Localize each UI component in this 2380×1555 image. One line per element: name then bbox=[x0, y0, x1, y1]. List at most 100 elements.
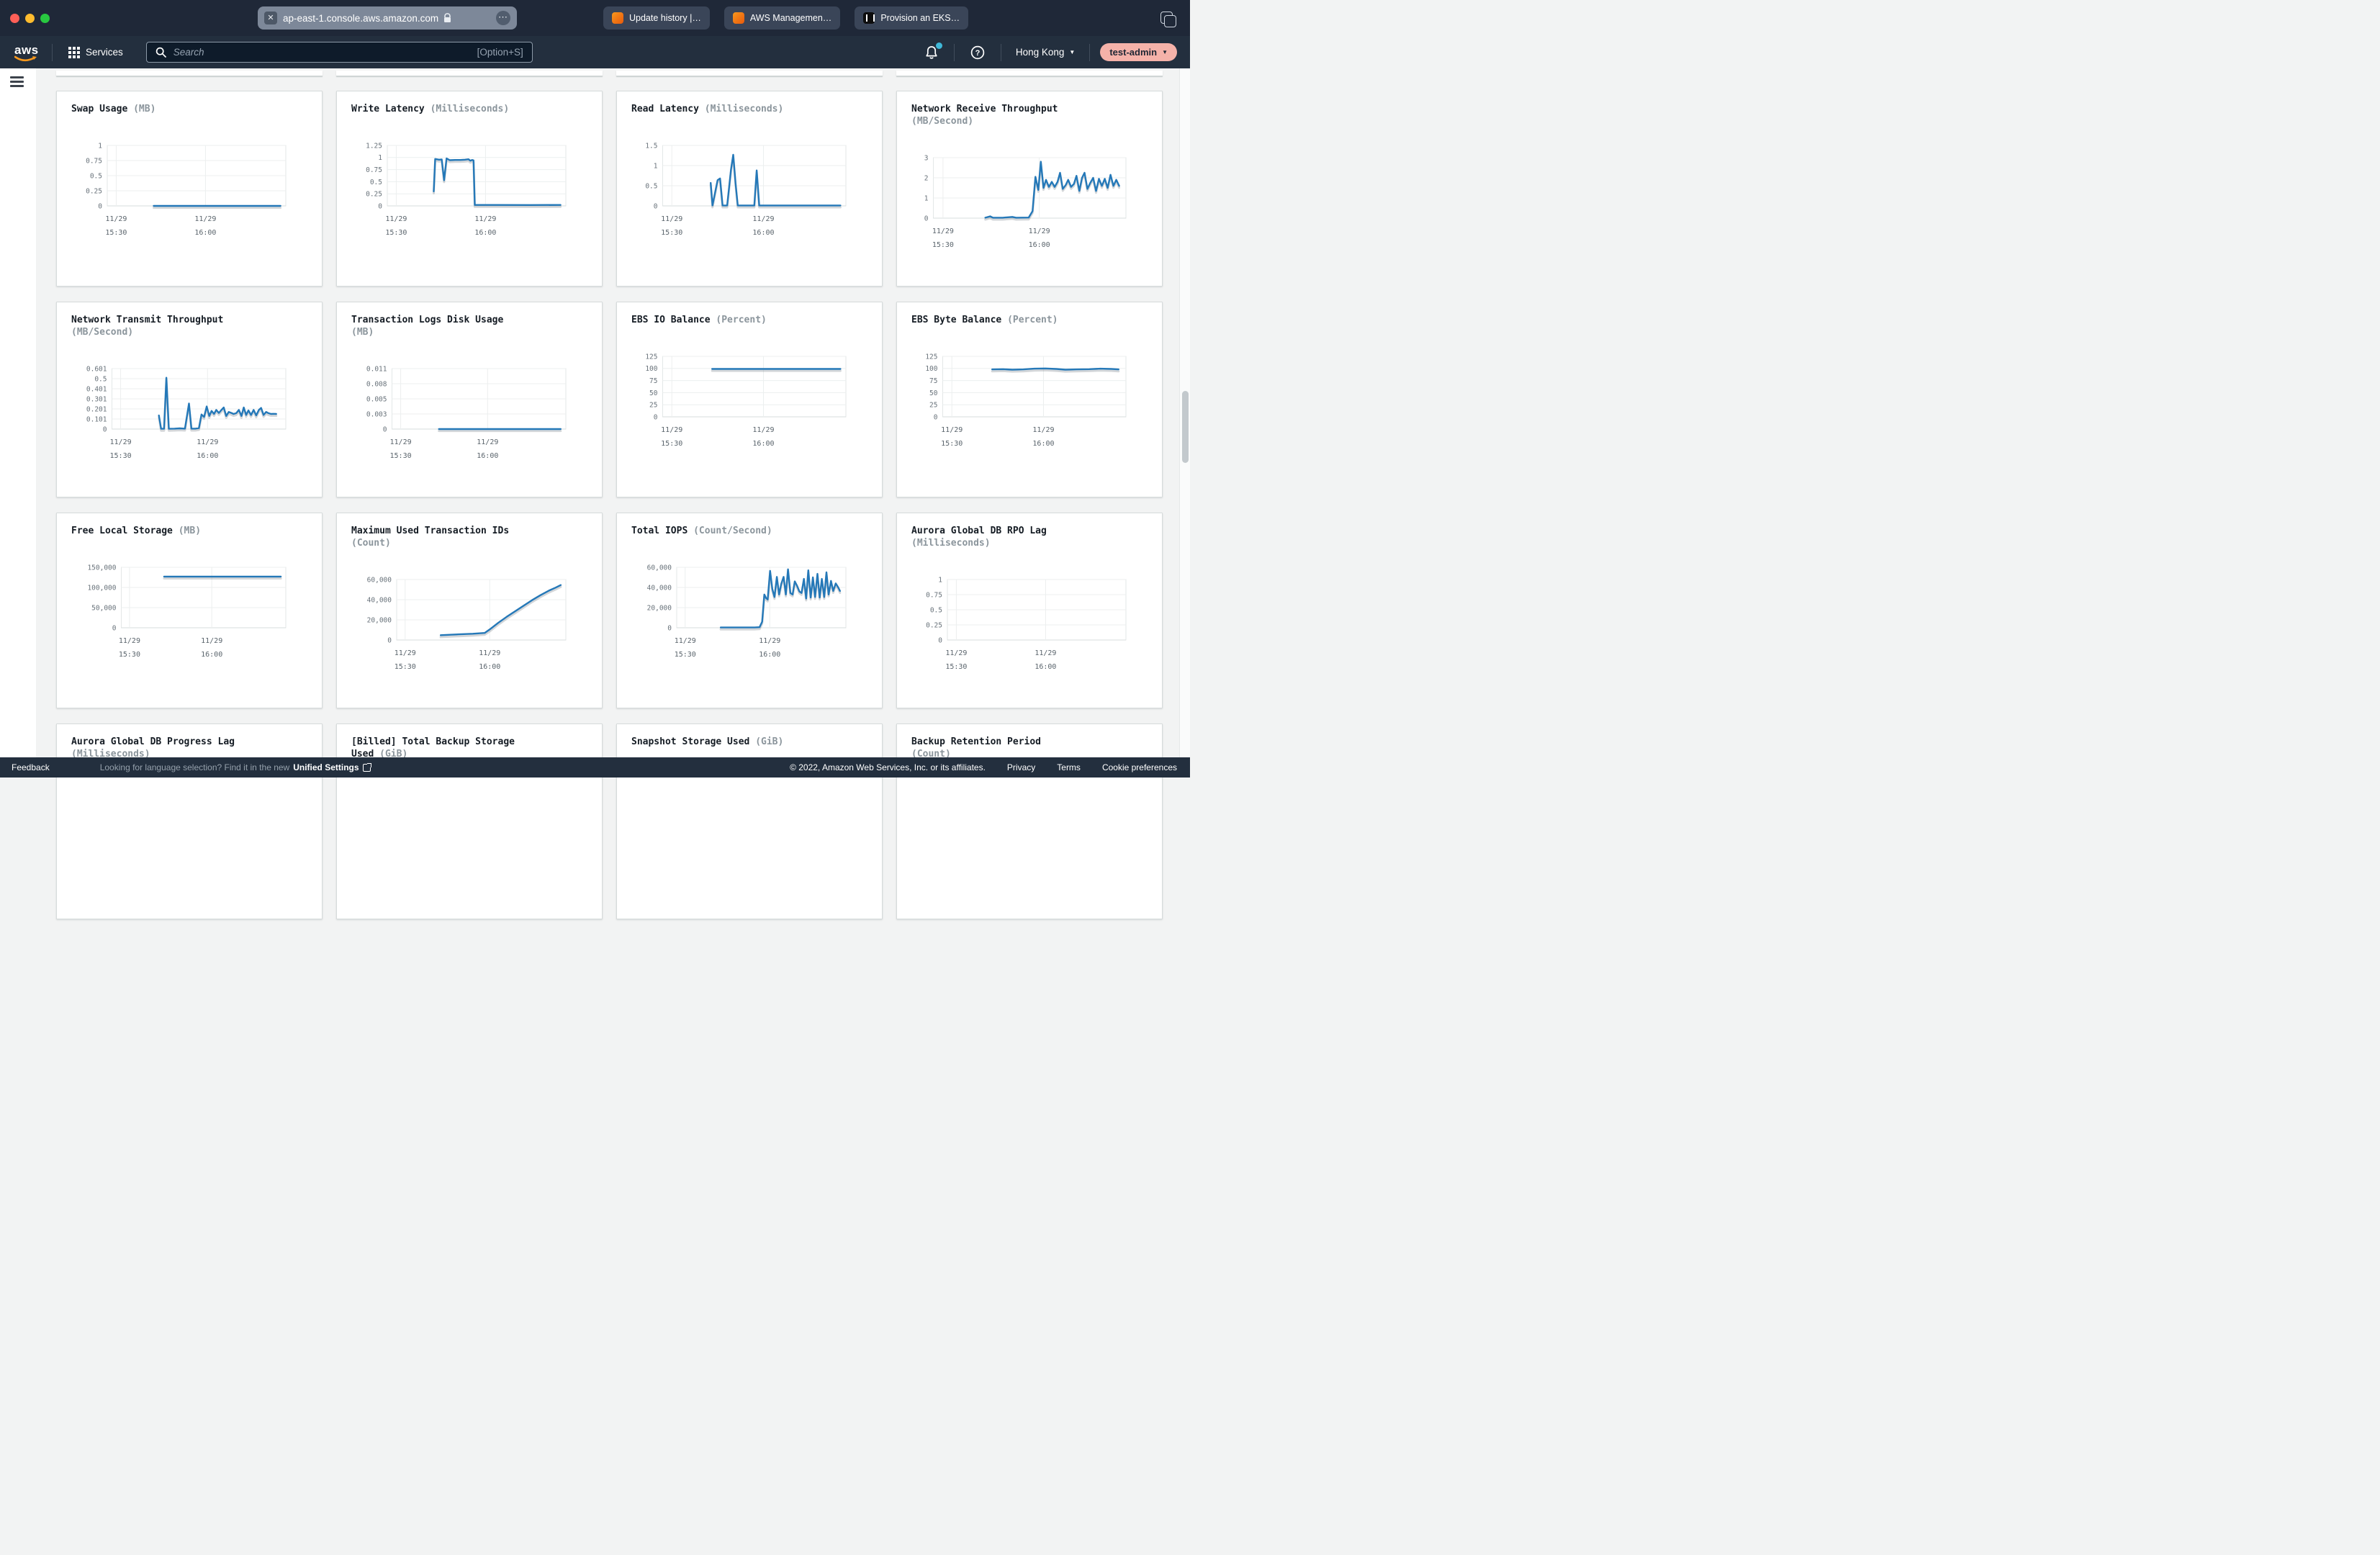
metric-card[interactable]: Swap Usage (MB) 10.750.50.25011/2915:301… bbox=[56, 91, 323, 287]
metric-card[interactable]: Maximum Used Transaction IDs (Count) 60,… bbox=[336, 513, 603, 708]
metric-card[interactable]: Write Latency (Milliseconds) 1.2510.750.… bbox=[336, 91, 603, 287]
metric-card[interactable]: Aurora Global DB Progress Lag (Milliseco… bbox=[56, 724, 323, 919]
metric-chart: 0.6010.50.4010.3010.2010.101011/2915:301… bbox=[67, 366, 313, 474]
privacy-link[interactable]: Privacy bbox=[1007, 762, 1035, 772]
svg-text:15:30: 15:30 bbox=[385, 229, 407, 237]
metric-card[interactable]: Snapshot Storage Used (GiB) bbox=[616, 724, 883, 919]
zoom-window-button[interactable] bbox=[40, 14, 50, 23]
svg-text:11/29: 11/29 bbox=[105, 215, 127, 223]
browser-tab[interactable]: AWS Managemen… bbox=[724, 6, 840, 30]
search-shortcut: [Option+S] bbox=[477, 47, 523, 58]
svg-text:15:30: 15:30 bbox=[675, 651, 696, 659]
metric-card[interactable]: EBS Byte Balance (Percent) 1251007550250… bbox=[896, 302, 1163, 497]
aws-console-header: aws Services Search [Option+S] ? Hong Ko… bbox=[0, 36, 1190, 68]
svg-text:15:30: 15:30 bbox=[661, 229, 682, 237]
svg-text:16:00: 16:00 bbox=[1029, 241, 1050, 249]
svg-text:11/29: 11/29 bbox=[661, 426, 682, 434]
help-button[interactable]: ? bbox=[965, 42, 991, 63]
svg-text:0.003: 0.003 bbox=[366, 410, 387, 418]
metric-title: Transaction Logs Disk Usage (MB) bbox=[351, 314, 526, 338]
metric-card[interactable]: Free Local Storage (MB) 150,000100,00050… bbox=[56, 513, 323, 708]
svg-text:0: 0 bbox=[378, 202, 382, 210]
svg-text:0.25: 0.25 bbox=[86, 187, 102, 195]
cookie-preferences-link[interactable]: Cookie preferences bbox=[1102, 762, 1177, 772]
svg-text:0.75: 0.75 bbox=[926, 591, 942, 599]
unified-settings-link[interactable]: Unified Settings bbox=[293, 762, 370, 772]
metric-title-text: Snapshot Storage Used bbox=[631, 736, 749, 747]
search-input[interactable]: Search [Option+S] bbox=[146, 42, 533, 63]
unified-settings-label: Unified Settings bbox=[293, 762, 359, 772]
close-window-button[interactable] bbox=[10, 14, 19, 23]
clipped-card-row bbox=[56, 71, 1163, 76]
minimize-window-button[interactable] bbox=[25, 14, 35, 23]
metric-card[interactable]: Network Transmit Throughput (MB/Second) … bbox=[56, 302, 323, 497]
metric-title-text: Maximum Used Transaction IDs bbox=[351, 526, 509, 536]
metric-chart: 125100755025011/2915:3011/2916:00 bbox=[627, 353, 873, 461]
metric-chart bbox=[347, 788, 593, 896]
metric-card[interactable]: Backup Retention Period (Count) bbox=[896, 724, 1163, 919]
svg-text:11/29: 11/29 bbox=[932, 227, 954, 235]
scrollbar-thumb[interactable] bbox=[1182, 391, 1189, 463]
svg-text:20,000: 20,000 bbox=[647, 604, 672, 612]
svg-text:60,000: 60,000 bbox=[367, 577, 392, 584]
svg-text:11/29: 11/29 bbox=[197, 438, 218, 446]
metric-card[interactable]: Network Receive Throughput (MB/Second) 3… bbox=[896, 91, 1163, 287]
scrollbar-track[interactable] bbox=[1179, 68, 1190, 757]
browser-tab[interactable]: Provision an EKS… bbox=[855, 6, 968, 30]
metric-unit-text: (GiB) bbox=[755, 736, 783, 747]
svg-text:11/29: 11/29 bbox=[119, 637, 140, 645]
svg-text:0.25: 0.25 bbox=[926, 621, 942, 629]
svg-text:0.601: 0.601 bbox=[86, 366, 107, 373]
metric-card[interactable]: EBS IO Balance (Percent) 125100755025011… bbox=[616, 302, 883, 497]
svg-text:0: 0 bbox=[938, 636, 942, 644]
aws-favicon-icon bbox=[612, 12, 623, 24]
svg-text:1: 1 bbox=[654, 162, 658, 170]
svg-text:0.008: 0.008 bbox=[366, 380, 387, 388]
chevron-down-icon: ▼ bbox=[1069, 49, 1075, 55]
svg-text:16:00: 16:00 bbox=[759, 651, 780, 659]
lock-icon bbox=[443, 13, 451, 23]
svg-text:1.25: 1.25 bbox=[366, 143, 382, 150]
hamburger-menu-icon[interactable] bbox=[10, 76, 24, 90]
metric-title: [Billed] Total Backup Storage Used (GiB) bbox=[351, 736, 526, 760]
tab-label: AWS Managemen… bbox=[750, 13, 831, 23]
notification-badge bbox=[936, 42, 942, 49]
svg-text:0: 0 bbox=[112, 624, 117, 632]
services-menu-button[interactable]: Services bbox=[63, 42, 129, 63]
metric-title: Snapshot Storage Used (GiB) bbox=[631, 736, 806, 748]
metric-card[interactable]: Transaction Logs Disk Usage (MB) 0.0110.… bbox=[336, 302, 603, 497]
aws-logo[interactable]: aws bbox=[14, 43, 42, 62]
account-menu[interactable]: test-admin ▼ bbox=[1100, 43, 1177, 61]
tab-overview-icon[interactable] bbox=[1160, 12, 1173, 24]
metric-card[interactable]: [Billed] Total Backup Storage Used (GiB) bbox=[336, 724, 603, 919]
svg-text:0.005: 0.005 bbox=[366, 395, 387, 403]
metric-title: Swap Usage (MB) bbox=[71, 103, 245, 115]
metric-title: Network Receive Throughput (MB/Second) bbox=[911, 103, 1086, 127]
clear-url-icon[interactable]: ✕ bbox=[264, 12, 277, 24]
svg-text:0.201: 0.201 bbox=[86, 405, 107, 413]
url-bar[interactable]: ✕ ap-east-1.console.aws.amazon.com ⋯ bbox=[258, 6, 517, 30]
metric-card[interactable]: Total IOPS (Count/Second) 60,00040,00020… bbox=[616, 513, 883, 708]
metric-chart: 60,00040,00020,000011/2915:3011/2916:00 bbox=[347, 577, 593, 685]
terms-link[interactable]: Terms bbox=[1057, 762, 1081, 772]
svg-text:0.101: 0.101 bbox=[86, 415, 107, 423]
svg-text:0.5: 0.5 bbox=[370, 179, 382, 186]
browser-tab[interactable]: Update history |… bbox=[603, 6, 710, 30]
metric-unit-text: (MB) bbox=[133, 104, 155, 114]
svg-text:60,000: 60,000 bbox=[647, 564, 672, 572]
svg-text:11/29: 11/29 bbox=[474, 215, 496, 223]
metric-card[interactable]: Aurora Global DB RPO Lag (Milliseconds) … bbox=[896, 513, 1163, 708]
feedback-button[interactable]: Feedback bbox=[12, 762, 50, 772]
svg-text:15:30: 15:30 bbox=[119, 651, 140, 659]
metric-title: Maximum Used Transaction IDs (Count) bbox=[351, 525, 526, 549]
tab-label: Provision an EKS… bbox=[880, 13, 960, 23]
svg-text:16:00: 16:00 bbox=[194, 229, 216, 237]
metric-title-text: EBS Byte Balance bbox=[911, 315, 1001, 325]
svg-text:100: 100 bbox=[645, 365, 657, 373]
region-selector[interactable]: Hong Kong ▼ bbox=[1011, 44, 1079, 60]
metric-card[interactable]: Read Latency (Milliseconds) 1.510.5011/2… bbox=[616, 91, 883, 287]
more-options-icon[interactable]: ⋯ bbox=[496, 11, 510, 25]
svg-text:0: 0 bbox=[383, 425, 387, 433]
svg-text:?: ? bbox=[975, 49, 980, 58]
notifications-button[interactable] bbox=[919, 42, 944, 63]
